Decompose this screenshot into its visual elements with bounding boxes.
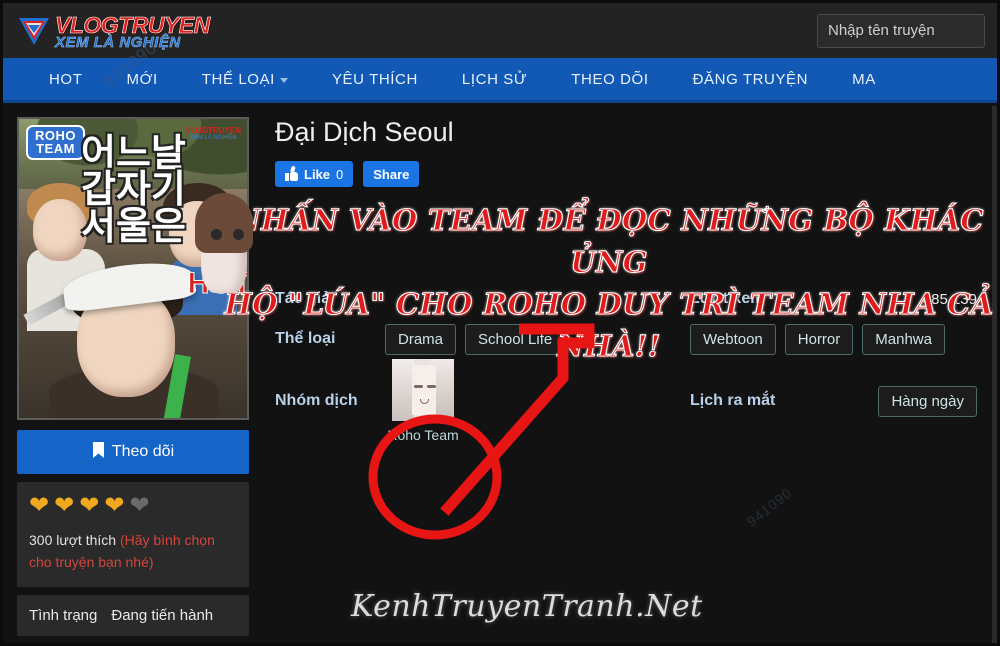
rating-card: ❤ ❤ ❤ ❤ ❤ 300 lượt thích (Hãy bình chọn … xyxy=(17,482,249,588)
genre-tag-drama[interactable]: Drama xyxy=(385,323,457,355)
logo-text: VLOGTRUYEN XEM LÀ NGHIỆN xyxy=(55,13,211,50)
team-avatar xyxy=(392,359,454,421)
korean-title-line-2: 갑자기 xyxy=(81,167,186,212)
search-box[interactable] xyxy=(817,13,985,48)
heart-icon-4[interactable]: ❤ xyxy=(104,494,124,518)
korean-title-line-3: 서울은 xyxy=(81,203,186,248)
korean-title-line-1: 어느날 xyxy=(81,131,186,175)
site-header: VLOGTRUYEN XEM LÀ NGHIỆN xyxy=(3,3,997,58)
heart-icon-3[interactable]: ❤ xyxy=(79,494,99,518)
likes-count-text: 300 lượt thích xyxy=(29,532,117,548)
cover-watermark-sub: XEM LÀ NGHIỆN xyxy=(189,135,237,141)
heart-icon-5[interactable]: ❤ xyxy=(129,494,149,518)
avatar-face xyxy=(412,365,436,415)
page-right-edge xyxy=(992,106,997,643)
views-value: 385,139 xyxy=(922,290,977,308)
nav-item-lich-su[interactable]: LỊCH SỬ xyxy=(440,58,549,100)
heart-icon-1[interactable]: ❤ xyxy=(29,494,49,518)
heart-icon-2[interactable]: ❤ xyxy=(54,494,74,518)
main-nav: HOT MỚI THỂ LOẠI YÊU THÍCH LỊCH SỬ THEO … xyxy=(3,58,997,103)
nav-label: YÊU THÍCH xyxy=(331,70,418,88)
content-area: ROHO TEAM 어느날 갑자기 서울은 VLOGTRUYEN XEM LÀ … xyxy=(3,103,997,637)
info-row-team: Nhóm dịch Roho Team Lịch ra mắt Hàng ngà… xyxy=(275,359,997,443)
nav-label: ĐĂNG TRUYỆN xyxy=(692,70,809,88)
nav-item-dang-truyen[interactable]: ĐĂNG TRUYỆN xyxy=(671,58,831,100)
team-label: Nhóm dịch xyxy=(275,392,358,409)
genre-tag-webtoon[interactable]: Webtoon xyxy=(690,323,776,355)
site-watermark-script: KenhTruyenTranh.Net xyxy=(351,589,703,624)
schedule-value-tag[interactable]: Hàng ngày xyxy=(878,385,977,417)
chevron-down-icon xyxy=(279,78,288,83)
genre-label: Thể loại xyxy=(275,330,336,347)
bookmark-icon xyxy=(92,441,105,463)
main-content: Đại Dịch Seoul Like 0 Share Tác giả Lượt… xyxy=(249,117,997,636)
like-count: 0 xyxy=(336,166,344,182)
cover-roho-team-badge: ROHO TEAM xyxy=(26,125,85,160)
overlay-girl-eye-left xyxy=(211,229,222,240)
nav-label: MỚI xyxy=(126,70,158,88)
nav-item-yeu-thich[interactable]: YÊU THÍCH xyxy=(310,58,440,100)
likes-line: 300 lượt thích (Hãy bình chọn cho truyện… xyxy=(29,530,237,573)
nav-item-moi[interactable]: MỚI xyxy=(104,58,179,100)
page-title: Đại Dịch Seoul xyxy=(275,117,454,147)
thumbs-up-icon xyxy=(285,165,298,181)
nav-item-hot[interactable]: HOT xyxy=(3,58,104,100)
cover-korean-title: 어느날 갑자기 서울은 xyxy=(81,131,186,248)
author-label: Tác giả xyxy=(275,290,331,307)
facebook-share-button[interactable]: Share xyxy=(363,161,420,187)
share-label: Share xyxy=(373,166,410,182)
nav-label: MA xyxy=(852,70,876,88)
avatar-eye-right xyxy=(427,385,436,388)
triangle-logo-icon xyxy=(17,14,51,48)
views-label: Lượt xem xyxy=(690,290,765,307)
genre-tag-horror[interactable]: Horror xyxy=(784,323,854,355)
nav-label: THỂ LOẠI xyxy=(201,70,275,88)
avatar-eye-left xyxy=(414,385,423,388)
page-root: VLOGTRUYEN XEM LÀ NGHIỆN HOT MỚI THỂ LOẠ… xyxy=(0,0,1000,646)
search-input[interactable] xyxy=(828,22,974,39)
translation-team[interactable]: Roho Team xyxy=(385,359,461,443)
status-value: Đang tiến hành xyxy=(111,607,214,625)
social-buttons: Like 0 Share xyxy=(275,161,997,187)
badge-line-2: TEAM xyxy=(36,141,75,157)
nav-item-the-loai[interactable]: THỂ LOẠI xyxy=(180,58,310,100)
overlay-girl-eye-right xyxy=(233,229,244,240)
badge-line-1: ROHO xyxy=(35,128,76,143)
cover-site-watermark: VLOGTRUYEN XEM LÀ NGHIỆN xyxy=(185,126,241,142)
nav-label: HOT xyxy=(49,70,83,88)
status-label: Tình trạng xyxy=(29,607,98,625)
avatar-hair-left xyxy=(392,359,414,421)
info-row-author: Tác giả Lượt xem 385,139 xyxy=(275,279,997,319)
info-row-genres: Thể loại Drama School Life Webtoon Horro… xyxy=(275,319,997,359)
nav-label: LỊCH SỬ xyxy=(461,70,528,88)
team-name-label: Roho Team xyxy=(387,427,459,443)
nav-item-theo-doi[interactable]: THEO DÕI xyxy=(549,58,670,100)
site-logo[interactable]: VLOGTRUYEN XEM LÀ NGHIỆN xyxy=(17,13,211,50)
nav-item-ma[interactable]: MA xyxy=(830,58,898,100)
overlay-girl-hair xyxy=(195,193,253,253)
follow-button[interactable]: Theo dõi xyxy=(17,430,249,474)
status-card: Tình trạng Đang tiến hành xyxy=(17,595,249,637)
heart-rating[interactable]: ❤ ❤ ❤ ❤ ❤ xyxy=(29,494,237,518)
genre-tag-manhwa[interactable]: Manhwa xyxy=(862,323,945,355)
like-label: Like xyxy=(304,166,331,182)
genre-tag-school-life[interactable]: School Life xyxy=(465,323,566,355)
facebook-like-button[interactable]: Like 0 xyxy=(275,161,354,187)
cover-character-left-face xyxy=(33,199,87,261)
follow-button-label: Theo dõi xyxy=(111,443,175,460)
nav-label: THEO DÕI xyxy=(571,70,649,88)
cover-watermark-main: VLOGTRUYEN xyxy=(185,126,241,135)
schedule-label: Lịch ra mắt xyxy=(690,392,776,409)
info-grid: Tác giả Lượt xem 385,139 Thể loại Drama … xyxy=(275,279,997,443)
